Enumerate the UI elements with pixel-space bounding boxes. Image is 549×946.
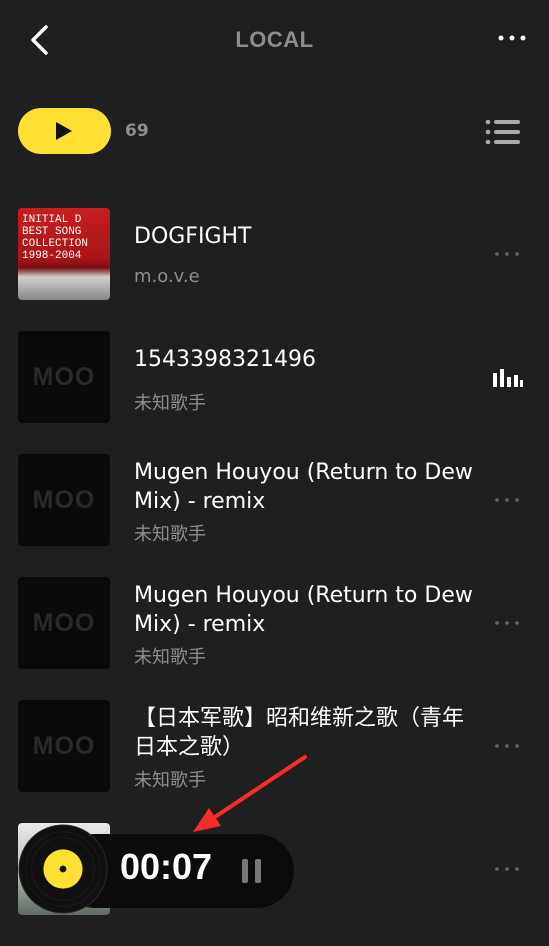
cover-text: MOO (32, 485, 96, 514)
album-cover: MOO (18, 331, 110, 423)
album-cover: MOO (18, 577, 110, 669)
now-playing-bars-icon (493, 369, 523, 387)
annotation-arrow-icon (193, 755, 307, 832)
song-artist: 未知歌手 (134, 393, 206, 414)
cover-text: MOO (32, 362, 96, 391)
song-title: Mugen Houyou (Return to Dew Mix) - remix (134, 460, 473, 514)
vinyl-disc-icon[interactable] (18, 824, 108, 914)
song-count: 69 (125, 121, 149, 141)
more-horizontal-icon[interactable] (493, 741, 521, 751)
song-title: DOGFIGHT (134, 224, 252, 249)
album-cover: MOO (18, 700, 110, 792)
song-title: Mugen Houyou (Return to Dew Mix) - remix (134, 583, 473, 637)
song-artist: m.o.v.e (134, 266, 200, 287)
playback-time: 00:07 (120, 846, 213, 887)
song-row[interactable]: INITIAL D BEST SONG COLLECTION 1998-2004… (0, 208, 549, 331)
mini-player[interactable]: 00:07 (18, 824, 294, 914)
play-all-button[interactable] (18, 108, 111, 154)
song-row[interactable]: MOO 1543398321496 未知歌手 (0, 331, 549, 454)
album-cover: MOO (18, 454, 110, 546)
more-options-button[interactable] (496, 28, 528, 48)
more-horizontal-icon (498, 35, 526, 41)
page-title: LOCAL (235, 27, 314, 52)
list-menu-icon (485, 119, 520, 145)
cover-text: MOO (32, 608, 96, 637)
song-row[interactable]: MOO Mugen Houyou (Return to Dew Mix) - r… (0, 454, 549, 577)
album-cover: INITIAL D BEST SONG COLLECTION 1998-2004 (18, 208, 110, 300)
pause-icon[interactable] (240, 857, 264, 885)
song-title: 1543398321496 (134, 347, 316, 372)
list-menu-button[interactable] (484, 118, 522, 146)
more-horizontal-icon[interactable] (493, 495, 521, 505)
more-horizontal-icon[interactable] (493, 249, 521, 259)
cover-text: MOO (32, 731, 96, 760)
song-artist: 未知歌手 (134, 647, 206, 668)
play-icon (56, 122, 72, 140)
song-row[interactable]: MOO Mugen Houyou (Return to Dew Mix) - r… (0, 577, 549, 700)
cover-text: INITIAL D BEST SONG COLLECTION 1998-2004 (22, 214, 89, 262)
more-horizontal-icon[interactable] (493, 618, 521, 628)
song-artist: 未知歌手 (134, 524, 206, 545)
more-horizontal-icon[interactable] (493, 864, 521, 874)
